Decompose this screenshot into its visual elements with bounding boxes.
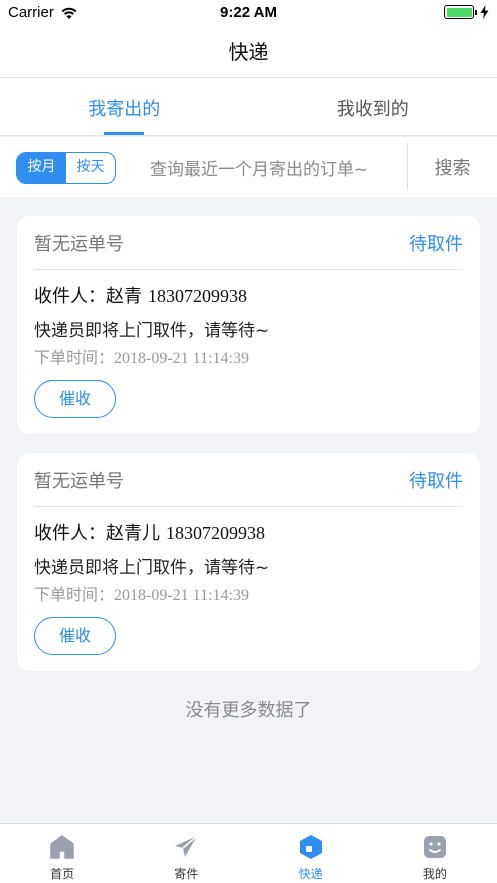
tab-bar-label: 首页 <box>50 867 75 881</box>
card-header: 暂无运单号 待取件 <box>34 467 463 507</box>
tab-bar-item-profile[interactable]: 我的 <box>373 824 497 883</box>
home-icon <box>50 835 74 859</box>
order-time-label: 下单时间： <box>34 348 115 367</box>
urge-pickup-button[interactable]: 催收 <box>34 380 116 418</box>
order-time-value: 2018-09-21 11:14:39 <box>114 350 249 367</box>
order-time-value: 2018-09-21 11:14:39 <box>114 587 249 604</box>
filter-bar: 按月 按天 查询最近一个月寄出的订单~ 搜索 <box>0 137 497 197</box>
page-title: 快递 <box>228 40 269 64</box>
recipient-name: 赵青 <box>106 286 142 307</box>
active-tab-indicator <box>104 132 145 135</box>
urge-pickup-button[interactable]: 催收 <box>34 617 116 655</box>
tracking-number: 暂无运单号 <box>34 471 124 492</box>
tracking-number: 暂无运单号 <box>34 234 124 255</box>
navigation-bar: 快递 <box>0 26 497 78</box>
order-time: 下单时间：2018-09-21 11:14:39 <box>34 581 249 605</box>
card-header: 暂无运单号 待取件 <box>34 230 463 270</box>
segment-tabs: 我寄出的 我收到的 <box>0 78 497 136</box>
order-card[interactable]: 暂无运单号 待取件 收件人：赵青儿 18307209938 快递员即将上门取件，请… <box>17 453 480 671</box>
tab-bar-item-home[interactable]: 首页 <box>0 824 124 883</box>
tab-label: 我寄出的 <box>88 99 161 120</box>
tab-bar-item-send[interactable]: 寄件 <box>124 824 248 883</box>
order-time-label: 下单时间： <box>34 585 115 604</box>
search-hint[interactable]: 查询最近一个月寄出的订单~ <box>150 155 368 180</box>
toggle-by-day[interactable]: 按天 <box>66 153 115 183</box>
order-message: 快递员即将上门取件，请等待~ <box>34 558 270 578</box>
order-time: 下单时间：2018-09-21 11:14:39 <box>34 344 249 368</box>
order-card[interactable]: 暂无运单号 待取件 收件人：赵青 18307209938 快递员即将上门取件，请等… <box>17 216 480 434</box>
status-bar: Carrier 9:22 AM <box>0 0 497 26</box>
tab-label: 我收到的 <box>336 99 409 120</box>
recipient-label: 收件人： <box>34 286 106 307</box>
search-button[interactable]: 搜索 <box>408 154 497 180</box>
tab-bar-item-express[interactable]: 快递 <box>249 824 373 883</box>
battery-icon <box>444 5 474 19</box>
bottom-tab-bar: 首页 寄件 快递 我的 <box>0 823 497 883</box>
charging-icon <box>480 5 489 19</box>
status-badge: 待取件 <box>409 471 463 492</box>
period-toggle: 按月 按天 <box>16 152 116 184</box>
tab-bar-label: 我的 <box>422 867 447 881</box>
status-badge: 待取件 <box>409 234 463 255</box>
send-icon <box>175 835 198 857</box>
recipient-line: 收件人：赵青儿 18307209938 <box>34 519 265 545</box>
tab-bar-label: 寄件 <box>174 867 199 881</box>
end-of-list-note: 没有更多数据了 <box>185 700 312 721</box>
order-message: 快递员即将上门取件，请等待~ <box>34 321 270 341</box>
recipient-phone: 18307209938 <box>148 286 247 306</box>
recipient-name: 赵青儿 <box>106 523 160 544</box>
toggle-by-month[interactable]: 按月 <box>17 153 66 183</box>
profile-icon <box>423 836 446 858</box>
recipient-label: 收件人： <box>34 523 106 544</box>
tab-received[interactable]: 我收到的 <box>249 78 497 135</box>
recipient-phone: 18307209938 <box>166 523 265 543</box>
package-icon <box>299 835 322 859</box>
tab-bar-label: 快递 <box>298 867 323 881</box>
tab-sent[interactable]: 我寄出的 <box>0 78 249 135</box>
recipient-line: 收件人：赵青 18307209938 <box>34 282 247 308</box>
status-time: 9:22 AM <box>220 4 277 21</box>
